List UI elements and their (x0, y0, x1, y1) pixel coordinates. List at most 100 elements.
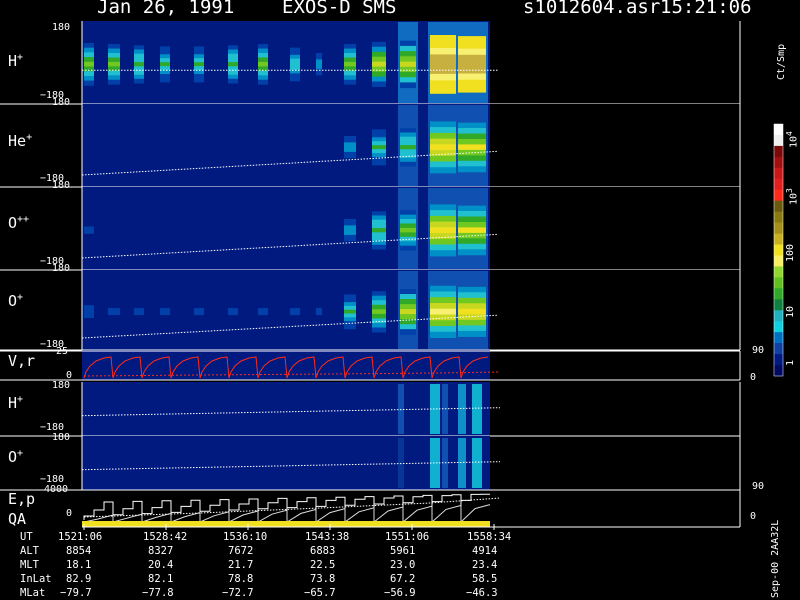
o-plus-cell-9-4 (344, 309, 356, 314)
o-plus-plus-cell-3-8 (160, 237, 170, 241)
o-plus-cell-1-4 (108, 310, 120, 314)
o-plus-cell-9-1 (344, 298, 356, 303)
colorbar-swatch-20 (774, 343, 783, 355)
ephem-inlat-0: 82.9 (66, 573, 92, 585)
o-plus-plus-cell-13-4 (458, 227, 486, 234)
o-small-ytop: 180 (52, 432, 71, 443)
ep-ybot: 0 (66, 508, 73, 519)
ephem-alt-1: 8327 (148, 545, 174, 557)
h-plus-cell-2-1 (134, 49, 144, 55)
he-plus-cell-10-6 (372, 153, 386, 158)
ephem-mlat-1: −77.8 (142, 587, 174, 599)
o-plus-plus-cell-13-7 (458, 243, 486, 250)
h-plus-cell-12-8 (430, 86, 460, 94)
h-plus-cell-6-4 (258, 61, 268, 67)
h-small-band-0 (398, 384, 404, 434)
h-plus-cell-0-2 (84, 52, 94, 58)
h-plus-cell-12-7 (430, 80, 460, 88)
h-plus-cell-3-6 (160, 70, 170, 75)
plot-canvas (0, 21, 784, 530)
he-plus-cell-12-2 (430, 132, 460, 140)
h-plus-cell-3-3 (160, 58, 170, 63)
he-plus-cell-2-8 (134, 153, 144, 157)
he-plus-cell-1-8 (108, 153, 120, 157)
o-plus-cell-12-0 (430, 285, 460, 292)
he-plus-cell-12-8 (430, 167, 460, 174)
o-plus-plus-cell-12-4 (430, 227, 460, 234)
o-plus-plus-nodata (490, 187, 740, 270)
o-plus-cell-5-1 (228, 303, 238, 307)
h-plus-cell-7-4 (290, 62, 300, 67)
o-plus-plus-cell-13-0 (458, 205, 486, 212)
he-plus-cell-12-0 (430, 121, 460, 128)
o-plus-cell-13-8 (458, 330, 486, 337)
ephem-ut-5: 1558:34 (467, 531, 512, 543)
h-plus-cell-4-6 (194, 70, 204, 75)
o-plus-cell-9-5 (344, 313, 356, 318)
h-plus-cell-12-2 (430, 48, 460, 55)
o-plus-cell-13-4 (458, 308, 486, 315)
he-plus-cell-12-7 (430, 161, 460, 168)
o-small-band-1 (430, 438, 440, 488)
h-plus-cell-4-0 (194, 46, 204, 51)
h-plus-cell-0-4 (84, 61, 94, 67)
o-plus-cell-11-1 (400, 294, 416, 300)
o-plus-cell-9-0 (344, 294, 356, 299)
h-small-band-1 (430, 384, 440, 434)
h-plus-cell-6-3 (258, 57, 268, 63)
he-plus-cell-11-6 (400, 153, 416, 159)
o-plus-cell-3-4 (160, 310, 170, 314)
o-plus-cell-10-7 (372, 322, 386, 328)
colorbar-swatch-18 (774, 321, 783, 333)
he-plus-cell-10-4 (372, 145, 386, 150)
ephem-inlat-4: 67.2 (390, 573, 416, 585)
h-plus-cell-4-2 (194, 54, 204, 59)
h-plus-cell-13-6 (458, 73, 486, 81)
h-plus-cell-2-8 (134, 78, 144, 84)
qa-label: QA (8, 510, 27, 528)
h-plus-cell-5-4 (228, 62, 238, 67)
vr-right-top: 90 (752, 345, 765, 356)
h-plus-cell-1-2 (108, 53, 120, 58)
side-label: Sep-00 2AA32L (770, 519, 781, 598)
h-panel-ytop: 180 (52, 22, 71, 33)
o-plus-plus-cell-0-4 (84, 228, 94, 232)
o-plus-cell-9-6 (344, 317, 356, 322)
h-plus-cell-10-7 (372, 76, 386, 83)
h-plus-cell-12-5 (430, 67, 460, 75)
o-plus-cell-1-7 (108, 317, 120, 321)
o-plus-cell-7-7 (290, 317, 300, 321)
o-plus-plus-cell-12-0 (430, 204, 460, 211)
o-plus-cell-6-8 (258, 319, 268, 323)
h-plus-cell-12-6 (430, 73, 460, 81)
he-plus-cell-0-8 (84, 153, 94, 157)
h-plus-cell-0-8 (84, 80, 94, 86)
o-plus-nodata (490, 270, 740, 350)
o-plus-cell-4-1 (194, 303, 204, 307)
o-plus-cell-4-4 (194, 310, 204, 314)
h-plus-cell-10-6 (372, 71, 386, 78)
h-plus-cell-6-0 (258, 44, 268, 49)
h-plus-cell-5-7 (228, 74, 238, 80)
h-plus-cell-13-0 (458, 36, 486, 43)
o-plus-plus-cell-11-0 (400, 210, 416, 215)
h-plus-cell-0-7 (84, 75, 94, 82)
h-plus-cell-6-7 (258, 75, 268, 81)
h-plus-cell-13-4 (458, 61, 486, 68)
h-plus-cell-11-5 (400, 66, 416, 73)
h-small-panel-bg (82, 382, 490, 436)
o-plus-plus-cell-12-1 (430, 210, 460, 217)
o-plus-plus-cell-13-8 (458, 249, 486, 256)
o-plus-plus-cell-12-5 (430, 233, 460, 240)
h-plus-cell-11-4 (400, 61, 416, 68)
o-plus-cell-1-8 (108, 319, 120, 323)
colorbar-swatch-9 (774, 222, 783, 235)
o-plus-plus-cell-11-4 (400, 227, 416, 233)
header-instrument: EXOS-D SMS (282, 0, 397, 18)
ep-ytop: 4000 (44, 484, 69, 495)
colorbar-swatch-2 (774, 145, 783, 158)
colorbar-swatch-16 (774, 299, 783, 311)
o-plus-cell-13-3 (458, 303, 486, 310)
o-plus-cell-13-0 (458, 286, 486, 293)
o-plus-plus-cell-11-3 (400, 223, 416, 229)
